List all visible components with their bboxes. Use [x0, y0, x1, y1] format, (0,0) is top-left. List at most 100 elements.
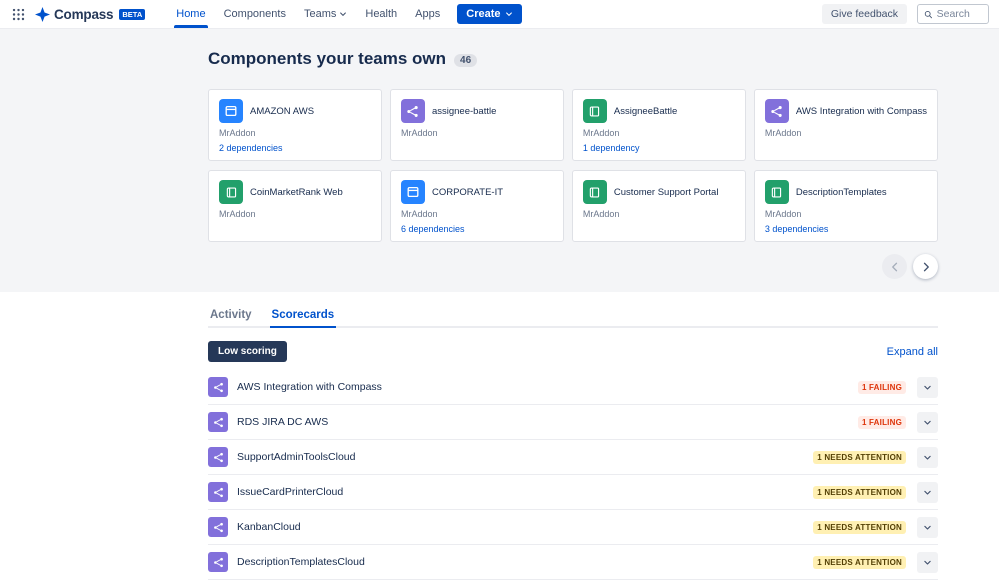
dashboard-lower-section: Activity Scorecards Low scoring Expand a…: [0, 292, 999, 580]
chevron-down-icon: [923, 558, 932, 567]
component-name[interactable]: DescriptionTemplates: [796, 187, 887, 198]
give-feedback-button[interactable]: Give feedback: [822, 4, 907, 24]
component-name-link[interactable]: IssueCardPrinterCloud: [237, 486, 804, 498]
scorecard-status-badge: 1 NEEDS ATTENTION: [813, 521, 906, 534]
create-button[interactable]: Create: [457, 4, 521, 24]
scorecard-row: RDS JIRA DC AWS 1 FAILING: [208, 405, 938, 440]
scorecard-row: AWS Integration with Compass 1 FAILING: [208, 370, 938, 405]
component-name[interactable]: AssigneeBattle: [614, 106, 677, 117]
next-page-button[interactable]: [913, 254, 938, 279]
tab-scorecards[interactable]: Scorecards: [270, 307, 337, 328]
beta-badge: BETA: [119, 9, 145, 20]
chevron-down-icon: [923, 418, 932, 427]
component-owner: MrAddon: [401, 128, 553, 138]
expand-row-button[interactable]: [917, 482, 938, 503]
expand-row-button[interactable]: [917, 552, 938, 573]
component-owner: MrAddon: [583, 128, 735, 138]
component-card[interactable]: Customer Support Portal MrAddon: [572, 170, 746, 242]
nav-home[interactable]: Home: [167, 0, 214, 28]
create-button-label: Create: [466, 8, 500, 20]
share-icon: [213, 557, 224, 568]
chevron-down-icon: [339, 10, 347, 18]
scorecard-row: IssueCardPrinterCloud 1 NEEDS ATTENTION: [208, 475, 938, 510]
prev-page-button[interactable]: [882, 254, 907, 279]
section-title: Components your teams own: [208, 49, 446, 69]
component-name[interactable]: AMAZON AWS: [250, 106, 314, 117]
search-icon: [924, 9, 933, 20]
search-box[interactable]: [917, 4, 989, 24]
expand-row-button[interactable]: [917, 517, 938, 538]
scorecard-row: DescriptionTemplatesCloud 1 NEEDS ATTENT…: [208, 545, 938, 580]
scorecard-status-badge: 1 FAILING: [858, 381, 906, 394]
component-owner: MrAddon: [219, 128, 371, 138]
share-icon: [406, 105, 419, 118]
primary-nav: Home Components Teams Health Apps: [167, 0, 449, 28]
nav-teams-label: Teams: [304, 8, 336, 20]
tab-activity[interactable]: Activity: [208, 307, 254, 328]
component-owner: MrAddon: [219, 209, 371, 219]
scorecard-row: SupportAdminToolsCloud 1 NEEDS ATTENTION: [208, 440, 938, 475]
book-icon: [770, 186, 783, 199]
nav-teams[interactable]: Teams: [295, 0, 356, 28]
app-name: Compass: [54, 7, 113, 22]
scorecard-status-badge: 1 NEEDS ATTENTION: [813, 451, 906, 464]
compass-logo-icon: [35, 7, 50, 22]
component-name-link[interactable]: AWS Integration with Compass: [237, 381, 849, 393]
share-icon: [213, 522, 224, 533]
component-name[interactable]: Customer Support Portal: [614, 187, 719, 198]
dependencies-link[interactable]: 6 dependencies: [401, 224, 465, 234]
app-switcher-icon[interactable]: [6, 8, 31, 21]
component-name[interactable]: assignee-battle: [432, 106, 496, 117]
expand-row-button[interactable]: [917, 412, 938, 433]
component-card[interactable]: AWS Integration with Compass MrAddon: [754, 89, 938, 161]
component-card[interactable]: assignee-battle MrAddon: [390, 89, 564, 161]
window-icon: [406, 185, 420, 199]
tabs: Activity Scorecards: [208, 307, 938, 328]
component-name[interactable]: AWS Integration with Compass: [796, 106, 927, 117]
nav-health[interactable]: Health: [356, 0, 406, 28]
scorecard-status-badge: 1 FAILING: [858, 416, 906, 429]
arrow-left-icon: [889, 261, 901, 273]
chevron-down-icon: [923, 488, 932, 497]
top-navigation-bar: Compass BETA Home Components Teams Healt…: [0, 0, 999, 29]
component-owner: MrAddon: [765, 209, 927, 219]
chevron-down-icon: [923, 523, 932, 532]
scorecard-row: KanbanCloud 1 NEEDS ATTENTION: [208, 510, 938, 545]
expand-row-button[interactable]: [917, 447, 938, 468]
component-name-link[interactable]: SupportAdminToolsCloud: [237, 451, 804, 463]
chevron-down-icon: [923, 383, 932, 392]
component-name[interactable]: CORPORATE-IT: [432, 187, 503, 198]
component-name-link[interactable]: DescriptionTemplatesCloud: [237, 556, 804, 568]
book-icon: [225, 186, 238, 199]
share-icon: [770, 105, 783, 118]
dependencies-link[interactable]: 1 dependency: [583, 143, 640, 153]
book-icon: [588, 186, 601, 199]
low-scoring-filter-button[interactable]: Low scoring: [208, 341, 287, 362]
search-input[interactable]: [937, 8, 982, 20]
scorecard-status-badge: 1 NEEDS ATTENTION: [813, 556, 906, 569]
book-icon: [588, 105, 601, 118]
expand-all-link[interactable]: Expand all: [887, 346, 938, 358]
component-card[interactable]: CORPORATE-IT MrAddon 6 dependencies: [390, 170, 564, 242]
component-name-link[interactable]: KanbanCloud: [237, 521, 804, 533]
component-card[interactable]: AMAZON AWS MrAddon 2 dependencies: [208, 89, 382, 161]
component-name[interactable]: CoinMarketRank Web: [250, 187, 343, 198]
dependencies-link[interactable]: 3 dependencies: [765, 224, 829, 234]
cards-pagination: [208, 254, 938, 279]
component-card[interactable]: AssigneeBattle MrAddon 1 dependency: [572, 89, 746, 161]
component-card[interactable]: DescriptionTemplates MrAddon 3 dependenc…: [754, 170, 938, 242]
scorecard-list: AWS Integration with Compass 1 FAILING R…: [208, 370, 938, 580]
component-name-link[interactable]: RDS JIRA DC AWS: [237, 416, 849, 428]
expand-row-button[interactable]: [917, 377, 938, 398]
share-icon: [213, 382, 224, 393]
component-owner: MrAddon: [401, 209, 553, 219]
compass-logo[interactable]: Compass BETA: [35, 7, 145, 22]
arrow-right-icon: [920, 261, 932, 273]
share-icon: [213, 417, 224, 428]
component-card[interactable]: CoinMarketRank Web MrAddon: [208, 170, 382, 242]
nav-components[interactable]: Components: [215, 0, 295, 28]
scorecards-toolbar: Low scoring Expand all: [208, 341, 938, 362]
component-owner: MrAddon: [583, 209, 735, 219]
dependencies-link[interactable]: 2 dependencies: [219, 143, 283, 153]
nav-apps[interactable]: Apps: [406, 0, 449, 28]
